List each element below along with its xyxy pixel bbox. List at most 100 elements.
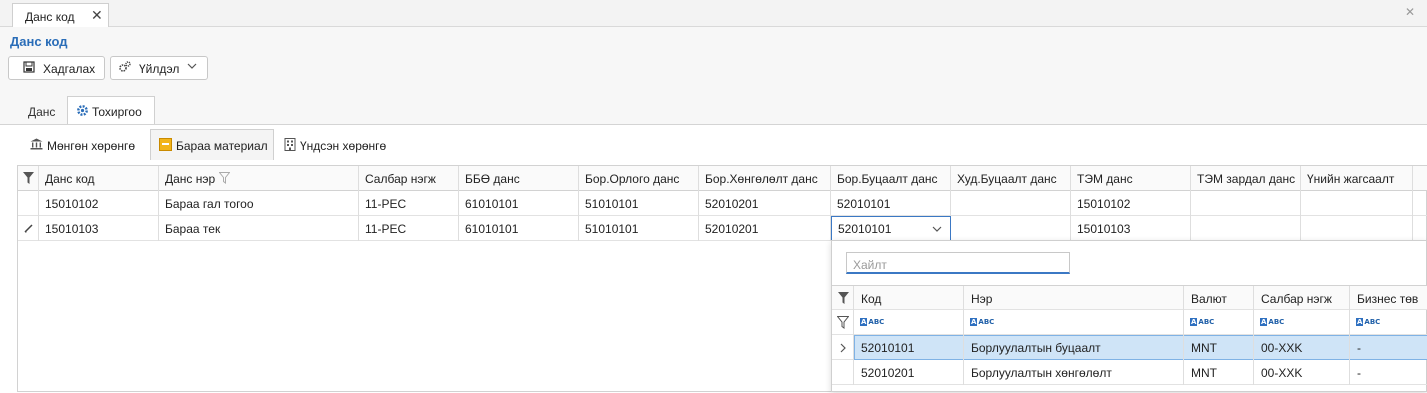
page-title: Данс код: [10, 34, 68, 49]
close-icon[interactable]: ✕: [91, 7, 103, 24]
cell-text: Бараа гал тогоо: [165, 197, 254, 211]
cell-text: 52010101: [861, 341, 915, 355]
col-header-label: Худ.Буцаалт данс: [957, 172, 1057, 186]
tab-undsen-label: Үндсэн хөрөнгө: [300, 139, 387, 153]
chevron-right-icon: [840, 343, 846, 353]
cell[interactable]: 52010201: [699, 216, 831, 241]
col-header-label: ТЭМ данс: [1077, 172, 1133, 186]
col-header-bor-orlogo[interactable]: Бор.Орлого данс: [579, 166, 699, 191]
cell[interactable]: Бараа гал тогоо: [159, 191, 359, 216]
filter-cell-valyut[interactable]: A ABC: [1184, 310, 1254, 335]
col-header-bor-butsaalt[interactable]: Бор.Буцаалт данс: [831, 166, 951, 191]
cell[interactable]: 52010101: [854, 335, 964, 360]
column-filter-icon[interactable]: [219, 172, 230, 184]
cell[interactable]: 15010102: [39, 191, 159, 216]
col-header-hud-butsaalt[interactable]: Худ.Буцаалт данс: [951, 166, 1071, 191]
col-header-dans-kod[interactable]: Данс код: [39, 166, 159, 191]
cell[interactable]: -: [1350, 360, 1427, 385]
col-header-label: Валют: [1191, 292, 1227, 306]
tab-tohirgoo[interactable]: Тохиргоо: [67, 96, 155, 125]
cell[interactable]: 15010102: [1071, 191, 1191, 216]
col-header-salbar[interactable]: Салбар нэгж: [359, 166, 459, 191]
cell[interactable]: [951, 216, 1071, 241]
col-header-valyut[interactable]: Валют: [1184, 286, 1254, 311]
col-header-kod[interactable]: Код: [854, 286, 964, 311]
chevron-down-icon[interactable]: [932, 224, 942, 234]
cell[interactable]: 00-XXK: [1254, 335, 1350, 360]
cell[interactable]: 61010101: [459, 191, 579, 216]
tab-dans-label: Данс: [28, 105, 56, 119]
lookup-row-selected[interactable]: 52010101 Борлуулалтын буцаалт MNT 00-XXK…: [832, 335, 1427, 360]
col-header-label: Данс нэр: [165, 172, 216, 186]
tab-undsen-horongo[interactable]: Үндсэн хөрөнгө: [276, 130, 398, 160]
tab-list-close-icon[interactable]: ✕: [1405, 5, 1415, 19]
cell-text: -: [1357, 341, 1361, 355]
filter-cell-biznes[interactable]: A ABC: [1350, 310, 1427, 335]
cell[interactable]: [1191, 216, 1301, 241]
cell[interactable]: 11-PEC: [359, 216, 459, 241]
action-menu-button[interactable]: Үйлдэл: [110, 56, 208, 80]
cell[interactable]: 00-XXK: [1254, 360, 1350, 385]
cell[interactable]: [1301, 216, 1413, 241]
building-icon: [284, 138, 296, 154]
cell[interactable]: [1301, 191, 1413, 216]
cell-text: -: [1357, 366, 1361, 380]
filter-cell-salbar[interactable]: A ABC: [1254, 310, 1350, 335]
filter-cell-kod[interactable]: A ABC: [854, 310, 964, 335]
col-header-biznes-tov[interactable]: Бизнес төв: [1350, 286, 1427, 311]
cell-text: 52010201: [705, 222, 759, 236]
doc-tab-label: Данс код: [25, 10, 75, 24]
search-input[interactable]: Хайлт: [846, 252, 1070, 274]
col-header-bor-honglolt[interactable]: Бор.Хөнгөлөлт данс: [699, 166, 831, 191]
text-filter-icon: A ABC: [860, 318, 885, 326]
doc-tab-dans-kod[interactable]: Данс код ✕: [12, 3, 109, 27]
cell[interactable]: Борлуулалтын буцаалт: [964, 335, 1184, 360]
col-header-bbo[interactable]: ББӨ данс: [459, 166, 579, 191]
col-header-tem[interactable]: ТЭМ данс: [1071, 166, 1191, 191]
account-dropdown-editor[interactable]: 52010101: [831, 216, 951, 241]
cell[interactable]: 52010201: [854, 360, 964, 385]
filter-icon[interactable]: [832, 286, 854, 311]
table-row[interactable]: 15010103 Бараа тек 11-PEC 61010101 51010…: [18, 216, 1427, 241]
cell-text: Борлуулалтын хөнгөлөлт: [971, 366, 1112, 380]
table-row[interactable]: 15010102 Бараа гал тогоо 11-PEC 61010101…: [18, 191, 1427, 216]
text-filter-icon: A ABC: [970, 318, 995, 326]
filter-cell-ner[interactable]: A ABC: [964, 310, 1184, 335]
cell[interactable]: Бараа тек: [159, 216, 359, 241]
row-edit-indicator[interactable]: [18, 216, 39, 241]
cell[interactable]: [1191, 191, 1301, 216]
cell[interactable]: 61010101: [459, 216, 579, 241]
cell[interactable]: 11-PEC: [359, 191, 459, 216]
tab-dans[interactable]: Данс: [18, 97, 66, 125]
filter-outline-icon[interactable]: [832, 310, 854, 335]
cell[interactable]: MNT: [1184, 360, 1254, 385]
tab-mongon-horongo[interactable]: Мөнгөн хөрөнгө: [20, 130, 148, 160]
cell[interactable]: 51010101: [579, 191, 699, 216]
col-header-label: ТЭМ зардал данс: [1197, 172, 1296, 186]
filter-icon[interactable]: [18, 166, 39, 191]
cell[interactable]: 15010103: [39, 216, 159, 241]
row-indicator[interactable]: [832, 335, 854, 360]
row-indicator[interactable]: [832, 360, 854, 385]
cell-text: 61010101: [465, 197, 519, 211]
lookup-row[interactable]: 52010201 Борлуулалтын хөнгөлөлт MNT 00-X…: [832, 360, 1427, 385]
cell[interactable]: 15010103: [1071, 216, 1191, 241]
filter-marker: ABC: [868, 318, 885, 326]
cell[interactable]: 52010201: [699, 191, 831, 216]
col-header-tem-zardal[interactable]: ТЭМ зардал данс: [1191, 166, 1301, 191]
col-header-dans-ner[interactable]: Данс нэр: [159, 166, 359, 191]
row-indicator[interactable]: [18, 191, 39, 216]
cell[interactable]: 52010101: [831, 191, 951, 216]
cell[interactable]: 51010101: [579, 216, 699, 241]
tab-baraa-material[interactable]: Бараа материал: [150, 129, 274, 160]
cell[interactable]: Борлуулалтын хөнгөлөлт: [964, 360, 1184, 385]
col-header-salbar[interactable]: Салбар нэгж: [1254, 286, 1350, 311]
col-header-ner[interactable]: Нэр: [964, 286, 1184, 311]
lookup-grid: Код Нэр Валют Салбар нэгж Бизнес төв A AB…: [832, 285, 1427, 393]
cell[interactable]: [951, 191, 1071, 216]
filter-marker: ABC: [1268, 318, 1285, 326]
cell[interactable]: MNT: [1184, 335, 1254, 360]
col-header-une-jagsaalt[interactable]: Үнийн жагсаалт: [1301, 166, 1413, 191]
save-button[interactable]: Хадгалах: [8, 56, 105, 80]
cell[interactable]: -: [1350, 335, 1427, 360]
